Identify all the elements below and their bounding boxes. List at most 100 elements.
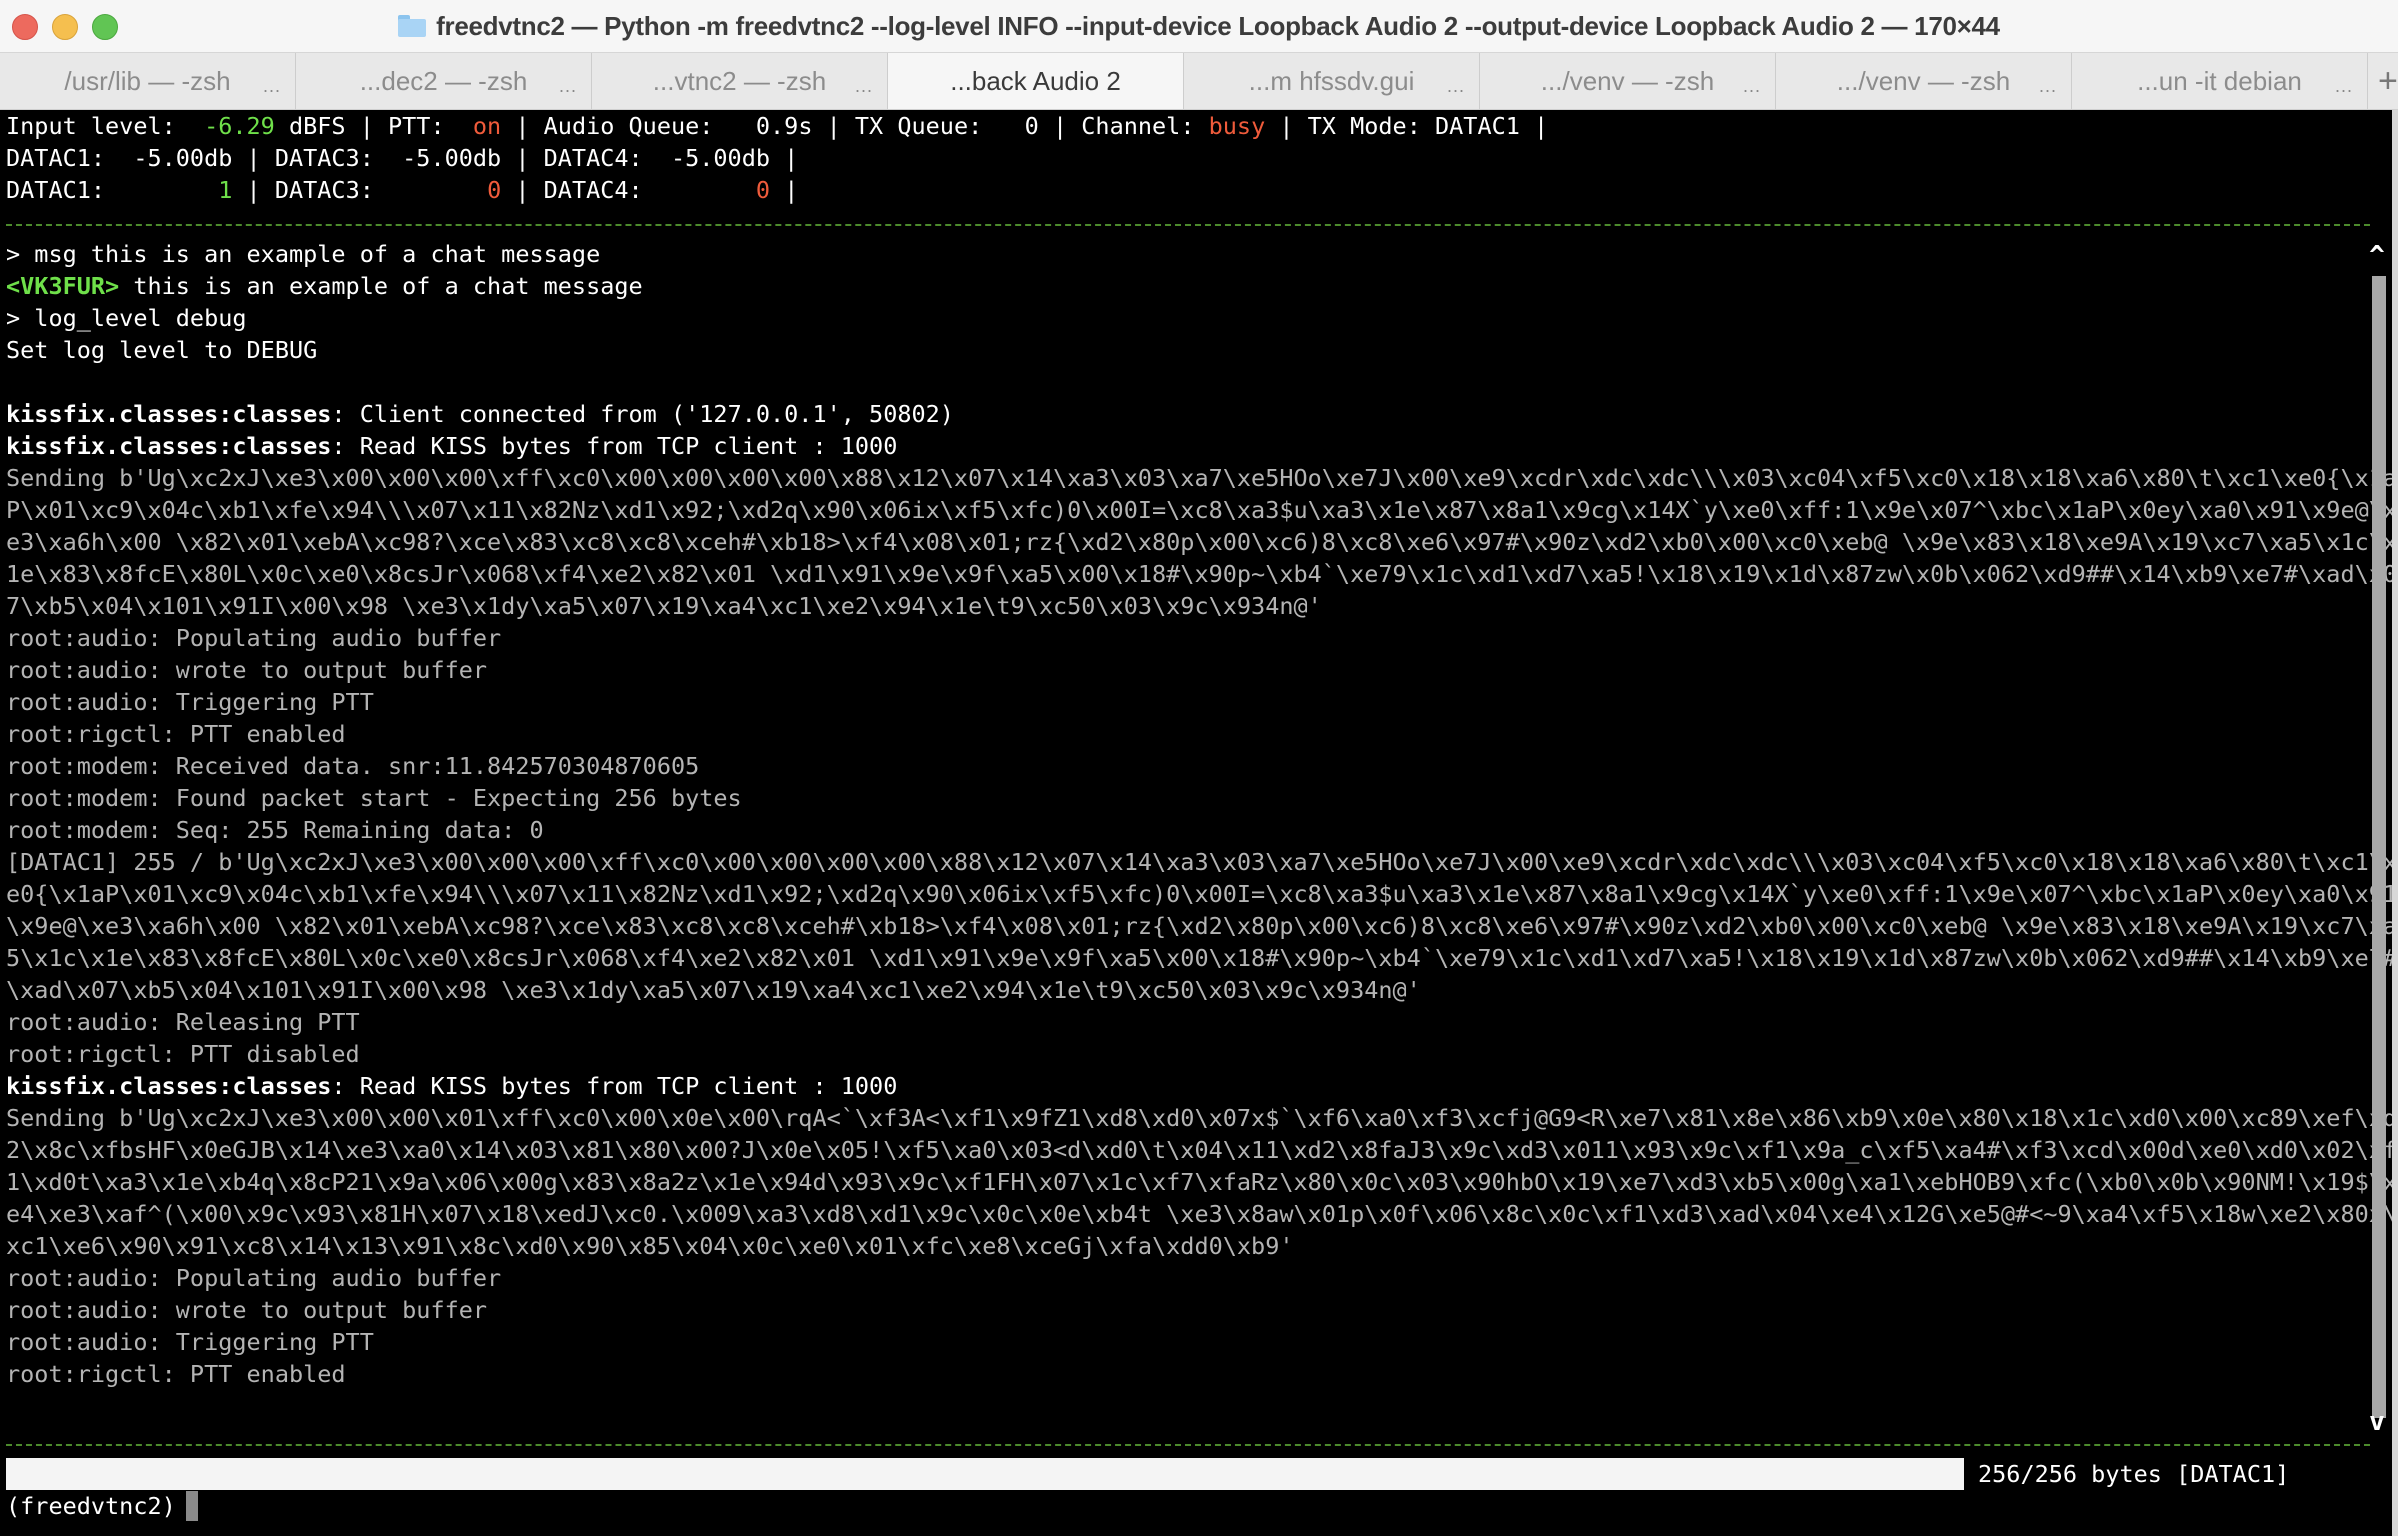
status-line-counts: DATAC1: 1 | DATAC3: 0 | DATAC4: 0 | <box>6 174 798 206</box>
window-edge <box>2392 110 2398 1536</box>
log-message: : Read KISS bytes from TCP client : 1000 <box>331 1072 898 1100</box>
scrollbar-track[interactable] <box>2372 276 2386 1418</box>
log-message: : Client connected from ('127.0.0.1', 50… <box>331 400 954 428</box>
tx-mode-status: | TX Mode: DATAC1 | <box>1265 112 1549 140</box>
tab-label: ...dec2 — -zsh <box>359 65 528 96</box>
log-line: > log_level debug <box>6 304 247 332</box>
tx-progress-label: 256/256 bytes [DATAC1] <box>1978 1460 2290 1488</box>
log-line: 2\x8c\xfbsHF\x0eGJB\x14\xe3\xa0\x14\x03\… <box>6 1136 2398 1164</box>
log-line: 5\x1c\x1e\x83\x8fcE\x80L\x0c\xe0\x8csJr\… <box>6 944 2398 972</box>
log-line: 1\xd0t\xa3\x1e\xb4q\x8cP21\x9a\x06\x00g\… <box>6 1168 2398 1196</box>
tx-progress-fill <box>6 1458 1964 1490</box>
datac4-count-value: 0 <box>755 176 771 204</box>
window-title: freedvtnc2 — Python -m freedvtnc2 --log-… <box>436 10 2000 41</box>
log-line: \x9e@\xe3\xa6h\x00 \x82\x01\xebA\xc98?\x… <box>6 912 2398 940</box>
log-line: Sending b'Ug\xc2xJ\xe3\x00\x00\x01\xff\x… <box>6 1104 2398 1132</box>
log-line: Sending b'Ug\xc2xJ\xe3\x00\x00\x00\xff\x… <box>6 464 2398 492</box>
tab-dec2[interactable]: ...dec2 — -zsh... <box>296 53 592 109</box>
close-window-button[interactable] <box>12 14 38 40</box>
log-line: root:audio: Triggering PTT <box>6 1328 374 1356</box>
scrollbar-thumb[interactable] <box>2372 276 2386 1418</box>
channel-value: busy <box>1208 112 1266 140</box>
tab-hfssdv-gui[interactable]: ...m hfssdv.gui... <box>1184 53 1480 109</box>
ptt-label: dBFS | PTT: <box>274 112 473 140</box>
log-line: root:modem: Seq: 255 Remaining data: 0 <box>6 816 544 844</box>
log-line: root:audio: Triggering PTT <box>6 688 374 716</box>
input-level-label: Input level: <box>6 112 205 140</box>
log-line: kissfix.classes:classes: Read KISS bytes… <box>6 430 897 462</box>
scroll-up-icon[interactable]: ^ <box>2368 243 2386 269</box>
tx-progress-bar <box>6 1458 1964 1490</box>
tab-debian[interactable]: ...un -it debian... <box>2072 53 2368 109</box>
status-end: | <box>770 176 799 204</box>
tab-venv-2[interactable]: .../venv — -zsh... <box>1776 53 2072 109</box>
status-line-snr: DATAC1: -5.00db | DATAC3: -5.00db | DATA… <box>6 144 799 172</box>
tab-bar: /usr/lib — -zsh... ...dec2 — -zsh... ...… <box>0 53 2398 110</box>
folder-icon <box>398 15 427 37</box>
terminal-view[interactable]: Input level: -6.29 dBFS | PTT: on | Audi… <box>0 110 2398 1536</box>
window-title-group: freedvtnc2 — Python -m freedvtnc2 --log-… <box>398 11 2000 42</box>
tab-back-audio-2[interactable]: ...back Audio 2 <box>888 53 1184 109</box>
log-line: [DATAC1] 255 / b'Ug\xc2xJ\xe3\x00\x00\x0… <box>6 848 2398 876</box>
log-line: root:modem: Found packet start - Expecti… <box>6 784 742 812</box>
log-line: Set log level to DEBUG <box>6 336 318 364</box>
queue-status: | Audio Queue: 0.9s | TX Queue: 0 | Chan… <box>501 112 1209 140</box>
log-line: root:rigctl: PTT disabled <box>6 1040 360 1068</box>
datac4-count-label: | DATAC4: <box>501 176 756 204</box>
tab-overflow-icon: ... <box>2334 76 2353 96</box>
tab-label: ...vtnc2 — -zsh <box>652 65 827 96</box>
maximize-window-button[interactable] <box>92 14 118 40</box>
tab-overflow-icon: ... <box>854 76 873 96</box>
window-titlebar: freedvtnc2 — Python -m freedvtnc2 --log-… <box>0 0 2398 53</box>
log-line: 1e\x83\x8fcE\x80L\x0c\xe0\x8csJr\x068\xf… <box>6 560 2398 588</box>
log-line: root:audio: Populating audio buffer <box>6 1264 502 1292</box>
log-line: 7\xb5\x04\x101\x91I\x00\x98 \xe3\x1dy\xa… <box>6 592 1322 620</box>
ptt-value: on <box>472 112 502 140</box>
log-line: P\x01\xc9\x04c\xb1\xfe\x94\\\x07\x11\x82… <box>6 496 2398 524</box>
prompt-text: (freedvtnc2) <box>6 1492 176 1520</box>
log-line: kissfix.classes:classes: Read KISS bytes… <box>6 1070 897 1102</box>
text-cursor <box>185 1491 198 1521</box>
log-source: kissfix.classes:classes <box>6 400 332 428</box>
status-line-1: Input level: -6.29 dBFS | PTT: on | Audi… <box>6 110 1548 142</box>
log-line: root:rigctl: PTT enabled <box>6 720 346 748</box>
tab-overflow-icon: ... <box>262 76 281 96</box>
minimize-window-button[interactable] <box>52 14 78 40</box>
log-line: kissfix.classes:classes: Client connecte… <box>6 398 954 430</box>
tab-venv-1[interactable]: .../venv — -zsh... <box>1480 53 1776 109</box>
command-prompt[interactable]: (freedvtnc2) <box>6 1490 198 1522</box>
tab-label: ...back Audio 2 <box>950 65 1121 96</box>
log-message: : Read KISS bytes from TCP client : 1000 <box>331 432 898 460</box>
log-line: root:modem: Received data. snr:11.842570… <box>6 752 700 780</box>
log-line: > msg this is an example of a chat messa… <box>6 240 601 268</box>
chat-text: this is an example of a chat message <box>119 272 643 300</box>
log-source: kissfix.classes:classes <box>6 432 332 460</box>
top-divider <box>6 224 2370 226</box>
log-line: root:audio: wrote to output buffer <box>6 656 488 684</box>
log-line: root:rigctl: PTT enabled <box>6 1360 346 1388</box>
tab-label: /usr/lib — -zsh <box>64 65 231 96</box>
tab-usr-lib[interactable]: /usr/lib — -zsh... <box>0 53 296 109</box>
bottom-divider <box>6 1444 2370 1446</box>
log-line: root:audio: Releasing PTT <box>6 1008 360 1036</box>
tab-vtnc2[interactable]: ...vtnc2 — -zsh... <box>592 53 888 109</box>
log-source: kissfix.classes:classes <box>6 1072 332 1100</box>
tab-overflow-icon: ... <box>1742 76 1761 96</box>
tab-label: ...un -it debian <box>2137 65 2302 96</box>
callsign: <VK3FUR> <box>6 272 120 300</box>
tab-overflow-icon: ... <box>2038 76 2057 96</box>
log-line: root:audio: Populating audio buffer <box>6 624 502 652</box>
window-controls <box>12 14 118 40</box>
scroll-down-icon[interactable]: v <box>2368 1409 2386 1435</box>
log-line: xc1\xe6\x90\x91\xc8\x14\x13\x91\x8c\xd0\… <box>6 1232 1294 1260</box>
log-line: e0{\x1aP\x01\xc9\x04c\xb1\xfe\x94\\\x07\… <box>6 880 2398 908</box>
tab-overflow-icon: ... <box>1446 76 1465 96</box>
datac3-count-value: 0 <box>487 176 502 204</box>
datac3-count-label: | DATAC3: <box>232 176 488 204</box>
log-line: root:audio: wrote to output buffer <box>6 1296 488 1324</box>
tab-label: ...m hfssdv.gui <box>1248 65 1415 96</box>
tab-label: .../venv — -zsh <box>1836 65 2011 96</box>
new-tab-button[interactable]: + <box>2368 53 2398 109</box>
datac1-count-value: 1 <box>218 176 233 204</box>
log-line: \xad\x07\xb5\x04\x101\x91I\x00\x98 \xe3\… <box>6 976 1421 1004</box>
